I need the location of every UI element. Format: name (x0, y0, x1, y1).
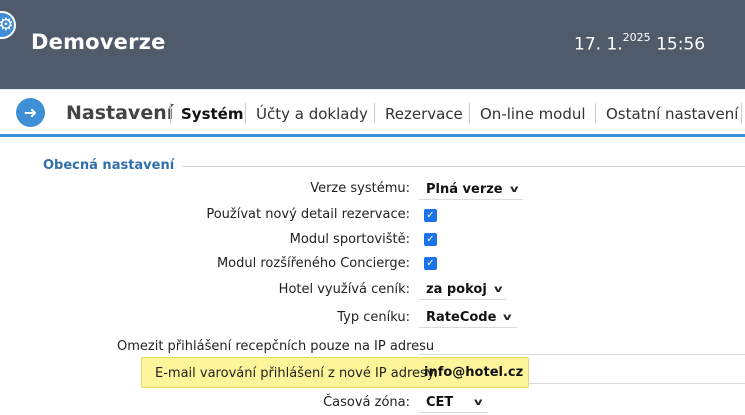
system-version-label: Verze systému: (310, 181, 410, 196)
system-version-value: Plná verze (426, 182, 503, 197)
timezone-label: Časová zóna: (323, 395, 410, 410)
tab-other-settings[interactable]: Ostatní nastavení (606, 105, 738, 123)
nav-separator (595, 103, 596, 123)
ip-restriction-label: Omezit přihlášení recepčních pouze na IP… (117, 339, 435, 354)
section-divider (182, 166, 745, 167)
price-list-type-select[interactable]: RateCode v (419, 306, 517, 328)
email-input-underline (529, 383, 745, 384)
gear-icon[interactable]: ⚙ (0, 11, 16, 39)
timezone-value: CET (426, 395, 454, 410)
chevron-down-icon: v (493, 284, 503, 295)
price-list-type-label: Typ ceníku: (337, 310, 410, 325)
arrow-right-icon[interactable]: ➜ (16, 98, 45, 127)
nav-separator (245, 103, 246, 123)
timezone-select[interactable]: CET v (419, 391, 488, 413)
app-title: Demoverze (31, 30, 166, 54)
tab-accounts-documents[interactable]: Účty a doklady (256, 105, 368, 123)
nav-separator (469, 103, 470, 123)
time-text: 15:56 (656, 34, 706, 55)
sports-module-label: Modul sportoviště: (289, 232, 410, 247)
new-reservation-detail-label: Používat nový detail rezervace: (206, 207, 410, 222)
ip-warning-email-input[interactable]: info@hotel.cz (424, 365, 523, 380)
tab-reservations[interactable]: Rezervace (385, 105, 463, 123)
nav-title: Nastavení (66, 102, 174, 124)
tab-system[interactable]: Systém (181, 105, 243, 123)
nav-separator (741, 103, 742, 123)
year-text: 2025 (622, 31, 651, 44)
price-list-type-value: RateCode (426, 310, 497, 325)
concierge-module-checkbox[interactable]: ✓ (424, 257, 437, 270)
chevron-down-icon: v (503, 312, 512, 323)
date-time: 17. 1.2025 15:56 (574, 31, 706, 55)
app-header: ⚙ Demoverze 17. 1.2025 15:56 (0, 0, 745, 89)
date-text: 17. 1. (574, 34, 623, 55)
sports-module-checkbox[interactable]: ✓ (424, 233, 437, 246)
chevron-down-icon: v (509, 184, 519, 195)
chevron-down-icon: v (474, 397, 483, 408)
price-list-usage-select[interactable]: za pokoj v (419, 278, 508, 300)
price-list-usage-value: za pokoj (426, 282, 487, 297)
ip-warning-email-label: E-mail varování přihlášení z nové IP adr… (155, 366, 438, 381)
new-reservation-detail-checkbox[interactable]: ✓ (424, 209, 437, 222)
tab-online-module[interactable]: On-line modul (480, 105, 586, 123)
system-version-select[interactable]: Plná verze v (419, 178, 524, 200)
section-title: Obecná nastavení (43, 158, 175, 173)
ip-restriction-input[interactable] (419, 354, 745, 355)
nav-separator (170, 103, 171, 123)
price-list-usage-label: Hotel využívá ceník: (278, 282, 410, 297)
settings-nav: ➜ Nastavení Systém Účty a doklady Rezerv… (0, 89, 745, 137)
nav-separator (374, 103, 375, 123)
concierge-module-label: Modul rozšířeného Concierge: (216, 256, 410, 271)
